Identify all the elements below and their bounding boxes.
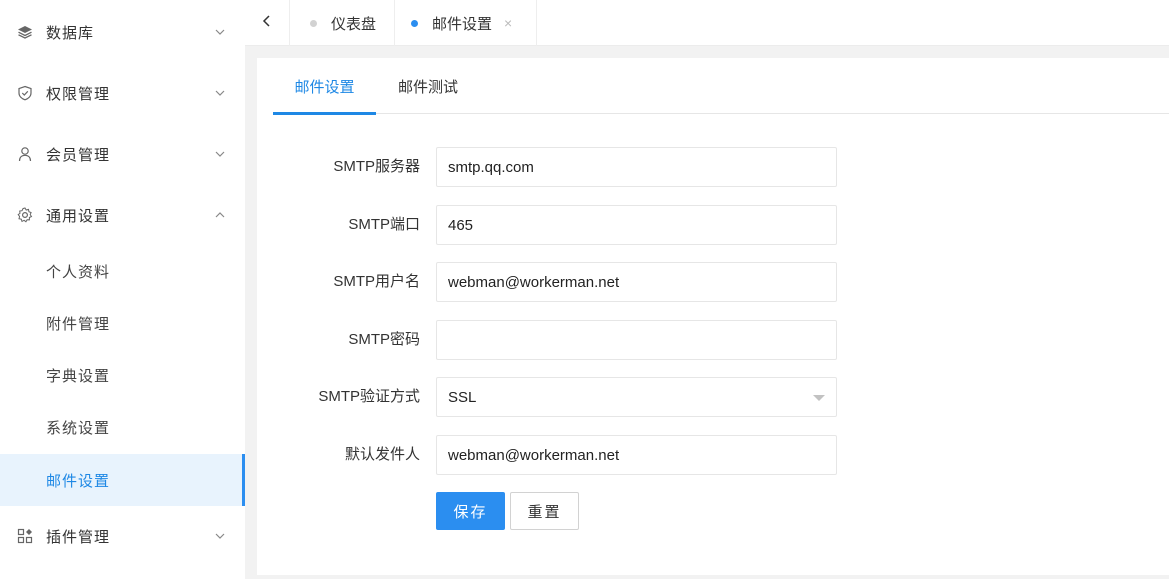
form-row-smtp-host: SMTP服务器 bbox=[257, 147, 857, 187]
reset-button[interactable]: 重置 bbox=[510, 492, 579, 530]
smtp-user-label: SMTP用户名 bbox=[333, 273, 420, 290]
sidebar-item-plugins[interactable]: 插件管理 bbox=[0, 510, 245, 562]
smtp-host-label: SMTP服务器 bbox=[333, 158, 420, 175]
sender-label: 默认发件人 bbox=[344, 446, 420, 463]
sidebar-item-database[interactable]: 数据库 bbox=[0, 6, 245, 58]
main-card: 邮件设置 邮件测试 SMTP服务器 SMTP端口 SMTP用户名 SMTP密码 … bbox=[257, 58, 1169, 575]
sidebar: 数据库 权限管理 会员管理 通用设置 个人资料 附件管理 字典设置 系统设置 邮… bbox=[0, 0, 245, 579]
tab-label: 邮件设置 bbox=[432, 15, 493, 33]
smtp-secure-label: SMTP验证方式 bbox=[318, 388, 420, 405]
smtp-port-label: SMTP端口 bbox=[348, 216, 420, 233]
submenu-item-dictionary[interactable]: 字典设置 bbox=[0, 349, 245, 401]
chevron-down-icon bbox=[214, 530, 226, 542]
form-row-sender: 默认发件人 bbox=[257, 435, 857, 475]
form-row-smtp-password: SMTP密码 bbox=[257, 320, 857, 360]
save-button[interactable]: 保存 bbox=[436, 492, 505, 530]
smtp-host-input[interactable] bbox=[436, 147, 837, 187]
sidebar-item-label: 权限管理 bbox=[46, 85, 111, 103]
submenu-item-system-settings[interactable]: 系统设置 bbox=[0, 401, 245, 453]
tab-bar: 仪表盘 邮件设置 × bbox=[245, 0, 1169, 46]
chevron-down-icon bbox=[214, 148, 226, 160]
submenu-item-label: 邮件设置 bbox=[46, 472, 111, 490]
smtp-password-input[interactable] bbox=[436, 320, 837, 360]
smtp-user-input[interactable] bbox=[436, 262, 837, 302]
tab-status-dot bbox=[310, 19, 317, 27]
content-tabs: 邮件设置 邮件测试 bbox=[273, 58, 1169, 115]
submenu-item-label: 个人资料 bbox=[46, 263, 111, 281]
submenu-item-label: 字典设置 bbox=[46, 367, 111, 385]
submenu-item-label: 系统设置 bbox=[46, 419, 111, 437]
chevron-down-icon bbox=[214, 87, 226, 99]
tab-label: 邮件测试 bbox=[397, 78, 458, 96]
sender-input[interactable] bbox=[436, 435, 837, 475]
chevron-up-icon bbox=[214, 209, 226, 221]
tab-dashboard[interactable]: 仪表盘 bbox=[291, 0, 395, 46]
sidebar-item-label: 数据库 bbox=[46, 24, 95, 42]
tab-mail-settings[interactable]: 邮件设置 × bbox=[395, 0, 537, 46]
chevron-left-icon bbox=[261, 14, 273, 33]
chevron-down-icon bbox=[214, 26, 226, 38]
tab-label: 邮件设置 bbox=[294, 78, 355, 96]
form-row-smtp-port: SMTP端口 bbox=[257, 205, 857, 245]
submenu-item-mail-settings[interactable]: 邮件设置 bbox=[0, 454, 245, 506]
sidebar-item-general-settings[interactable]: 通用设置 bbox=[0, 189, 245, 241]
gear-icon bbox=[17, 207, 33, 223]
shield-icon bbox=[17, 85, 33, 101]
sidebar-item-label: 通用设置 bbox=[46, 207, 111, 225]
sidebar-item-members[interactable]: 会员管理 bbox=[0, 128, 245, 180]
tab-status-dot bbox=[411, 19, 418, 27]
layers-icon bbox=[17, 24, 33, 40]
smtp-secure-select[interactable]: SSL bbox=[436, 377, 837, 417]
form-actions: 保存 重置 bbox=[257, 492, 857, 532]
form-row-smtp-secure: SMTP验证方式 SSL bbox=[257, 377, 857, 417]
smtp-password-label: SMTP密码 bbox=[348, 331, 420, 348]
smtp-secure-value: SSL bbox=[448, 388, 477, 406]
close-icon[interactable]: × bbox=[504, 15, 512, 31]
plugin-icon bbox=[17, 528, 33, 544]
smtp-port-input[interactable] bbox=[436, 205, 837, 245]
form-row-smtp-user: SMTP用户名 bbox=[257, 262, 857, 302]
tab-label: 仪表盘 bbox=[331, 15, 377, 33]
sidebar-item-permissions[interactable]: 权限管理 bbox=[0, 67, 245, 119]
caret-down-icon bbox=[813, 395, 825, 401]
user-icon bbox=[17, 146, 33, 162]
submenu-item-attachments[interactable]: 附件管理 bbox=[0, 297, 245, 349]
tab-mail-settings-form[interactable]: 邮件设置 bbox=[273, 58, 376, 115]
tab-mail-test[interactable]: 邮件测试 bbox=[385, 58, 471, 114]
submenu-item-profile[interactable]: 个人资料 bbox=[0, 245, 245, 297]
sidebar-item-label: 会员管理 bbox=[46, 146, 111, 164]
back-button[interactable] bbox=[245, 0, 290, 46]
sidebar-item-label: 插件管理 bbox=[46, 528, 111, 546]
submenu-item-label: 附件管理 bbox=[46, 315, 111, 333]
